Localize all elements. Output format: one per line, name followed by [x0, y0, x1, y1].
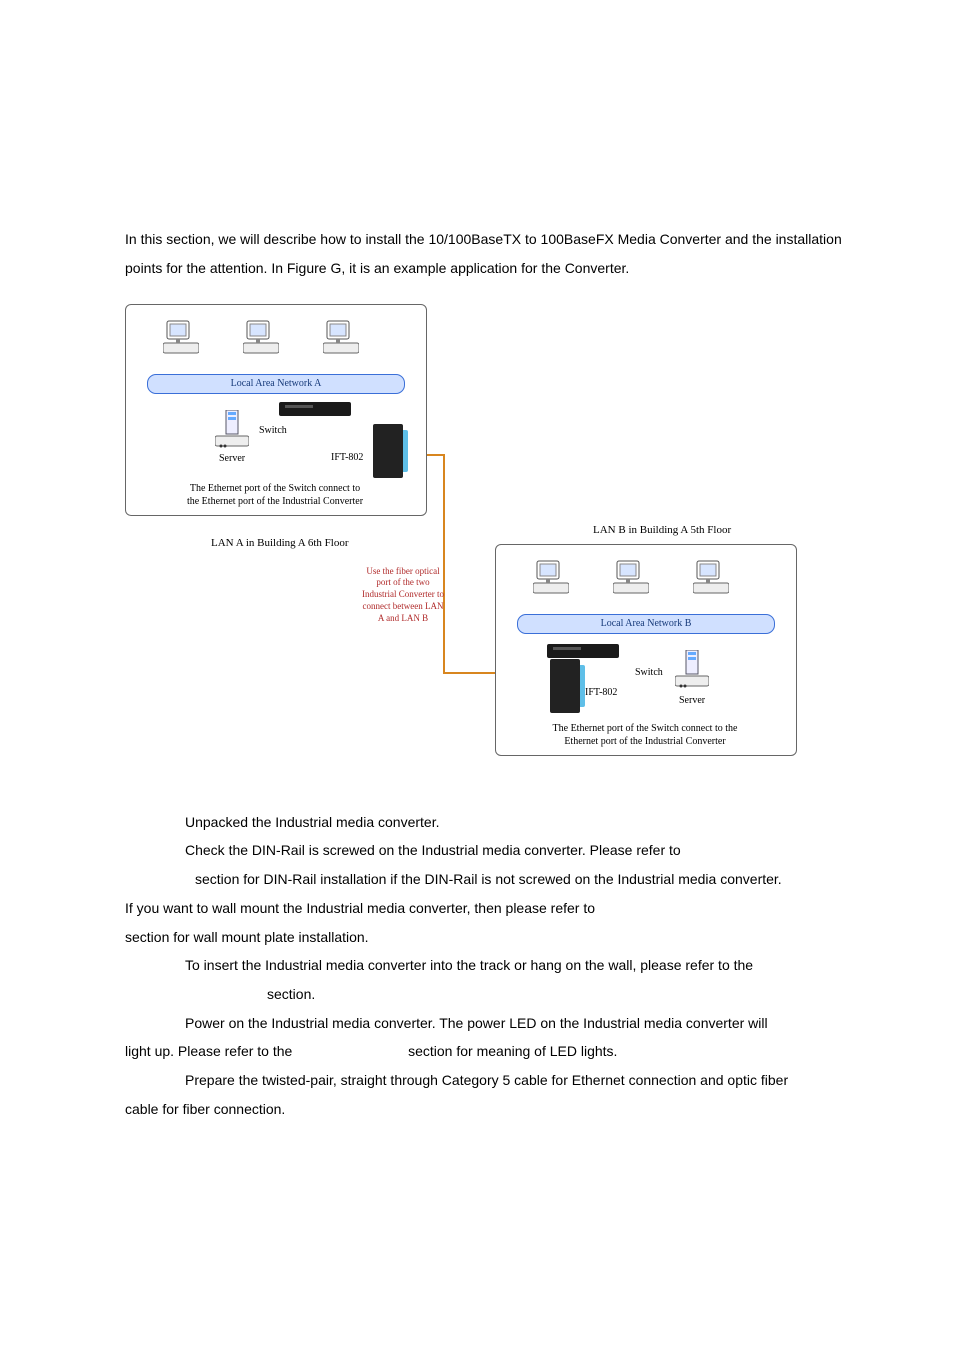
ift-label: IFT-802	[585, 682, 617, 703]
step-4b: light up. Please refer to the section fo…	[125, 1037, 844, 1066]
step-1: Unpacked the Industrial media converter.	[125, 808, 844, 837]
server-icon	[215, 410, 249, 448]
figure-wrap: Local Area Network A Switch Server IFT-8…	[125, 302, 844, 784]
pc-icon	[693, 559, 729, 597]
fiber-l1: Use the fiber optical	[366, 566, 439, 576]
box-a-caption-l1: The Ethernet port of the Switch connect …	[190, 483, 360, 494]
step-4b-a: light up. Please refer to the	[125, 1043, 292, 1059]
box-a-caption: The Ethernet port of the Switch connect …	[135, 482, 415, 508]
lan-a-caption: LAN A in Building A 6th Floor	[211, 532, 349, 555]
pc-icon	[323, 319, 359, 357]
ift-icon	[373, 424, 403, 478]
fiber-text: Use the fiber optical port of the two In…	[343, 566, 463, 624]
step-2b: section for DIN-Rail installation if the…	[125, 865, 844, 894]
lan-a-bar: Local Area Network A	[147, 374, 405, 394]
pc-icon	[243, 319, 279, 357]
step-4b-b: section for meaning of LED lights.	[408, 1043, 617, 1059]
step-3a: To insert the Industrial media converter…	[125, 951, 844, 980]
lan-b-bar: Local Area Network B	[517, 614, 775, 634]
pc-icon	[533, 559, 569, 597]
switch-icon	[279, 402, 351, 416]
ift-icon	[550, 659, 580, 713]
steps: Unpacked the Industrial media converter.…	[125, 808, 844, 1124]
step-2c: If you want to wall mount the Industrial…	[125, 894, 844, 923]
box-b-caption-l2: Ethernet port of the Industrial Converte…	[564, 736, 725, 747]
fiber-l4: connect between LAN	[363, 601, 444, 611]
fiber-l3: Industrial Converter to	[362, 589, 444, 599]
diagram: Local Area Network A Switch Server IFT-8…	[125, 304, 797, 784]
server-label: Server	[679, 690, 705, 711]
fiber-l5: A and LAN B	[378, 613, 428, 623]
switch-label: Switch	[635, 662, 663, 683]
step-3b: section.	[125, 980, 844, 1009]
step-5a: Prepare the twisted-pair, straight throu…	[125, 1066, 844, 1095]
intro-paragraph: In this section, we will describe how to…	[125, 225, 844, 284]
fiber-l2: port of the two	[376, 577, 429, 587]
box-b-caption-l1: The Ethernet port of the Switch connect …	[553, 723, 738, 734]
server-label: Server	[219, 448, 245, 469]
step-4a: Power on the Industrial media converter.…	[125, 1009, 844, 1038]
step-5b: cable for fiber connection.	[125, 1095, 844, 1124]
pc-icon	[613, 559, 649, 597]
box-b-caption: The Ethernet port of the Switch connect …	[505, 722, 785, 748]
box-a-caption-l2: the Ethernet port of the Industrial Conv…	[187, 496, 363, 507]
server-icon	[675, 650, 709, 688]
pc-icon	[163, 319, 199, 357]
lan-b-caption: LAN B in Building A 5th Floor	[593, 519, 731, 542]
step-2a: Check the DIN-Rail is screwed on the Ind…	[125, 836, 844, 865]
switch-label: Switch	[259, 420, 287, 441]
fiber-line-v	[443, 454, 445, 674]
switch-icon	[547, 644, 619, 658]
page: In this section, we will describe how to…	[0, 0, 954, 1351]
ift-label: IFT-802	[331, 447, 363, 468]
step-2d: section for wall mount plate installatio…	[125, 923, 844, 952]
